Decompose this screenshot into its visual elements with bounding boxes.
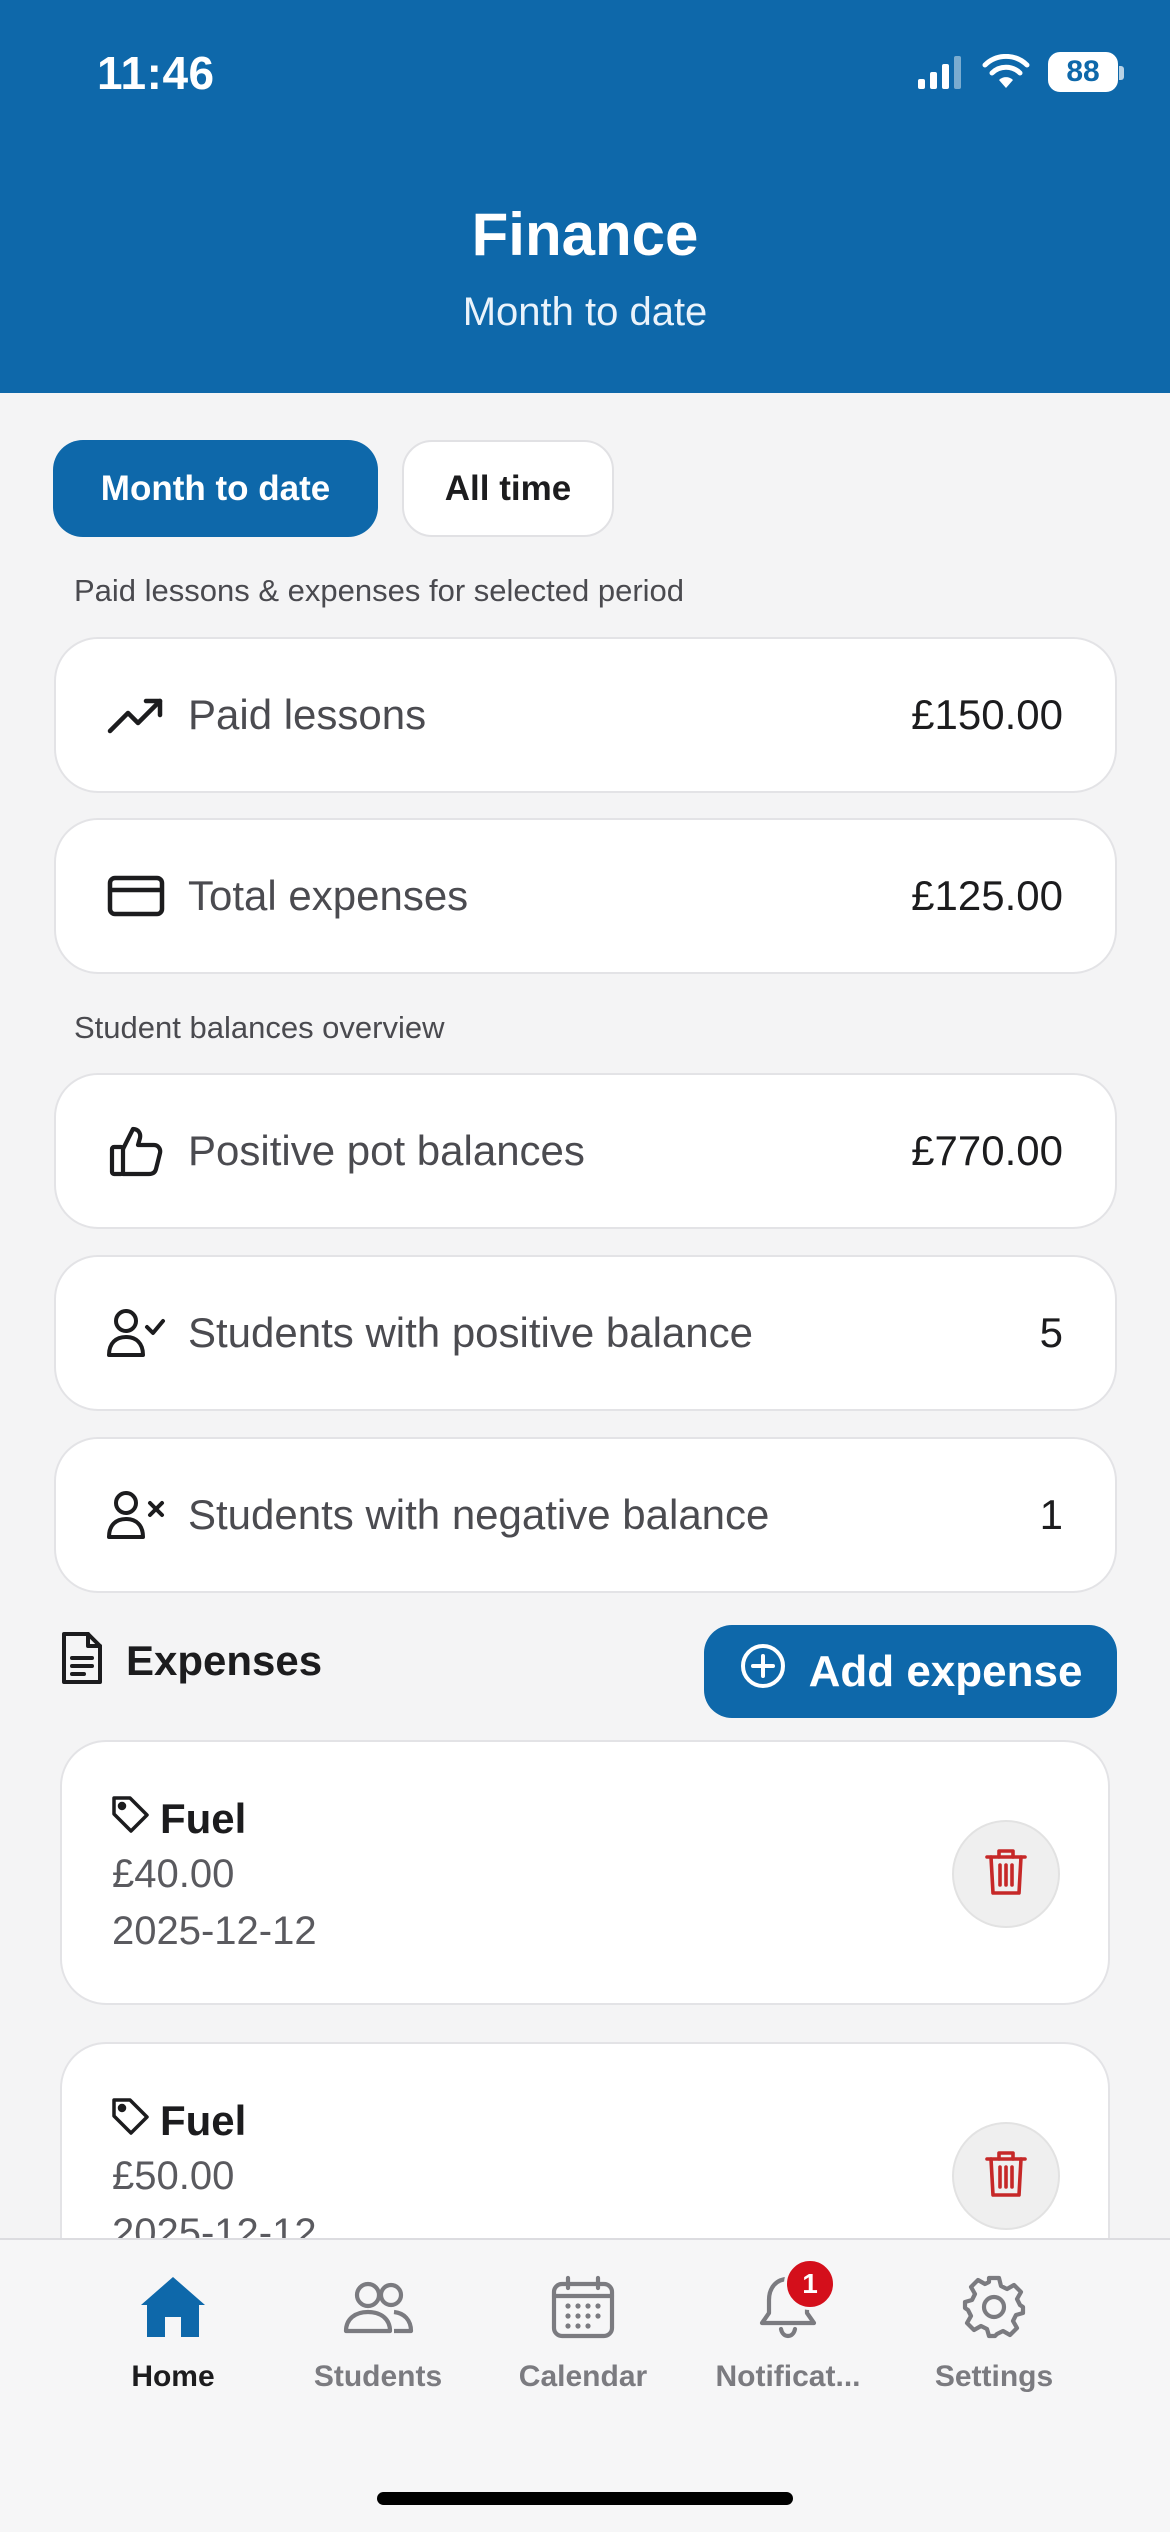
user-check-icon bbox=[104, 1301, 168, 1365]
tab-settings[interactable]: Settings bbox=[894, 2270, 1094, 2394]
trending-up-icon bbox=[104, 683, 168, 747]
stat-value: £150.00 bbox=[911, 691, 1063, 738]
tag-icon bbox=[110, 1794, 150, 1844]
delete-expense-button[interactable] bbox=[952, 2122, 1060, 2230]
stat-label: Total expenses bbox=[188, 872, 469, 919]
expense-category-label: Fuel bbox=[160, 1795, 247, 1842]
trash-icon bbox=[984, 2149, 1028, 2204]
bell-icon: 1 bbox=[748, 2258, 836, 2344]
app-root: 11:46 88 Finance Month to date Month to … bbox=[0, 0, 1170, 2532]
stat-value: £770.00 bbox=[911, 1127, 1063, 1174]
tag-icon bbox=[110, 2096, 150, 2146]
expense-amount: £50.00 bbox=[112, 2154, 235, 2198]
stat-total-expenses: Total expenses £125.00 bbox=[54, 818, 1117, 974]
add-expense-button[interactable]: Add expense bbox=[704, 1625, 1117, 1718]
tab-label: Home bbox=[131, 2360, 215, 2393]
tab-label: Calendar bbox=[518, 2360, 648, 2393]
trash-icon bbox=[984, 1847, 1028, 1902]
header: 11:46 88 Finance Month to date bbox=[0, 0, 1170, 393]
expense-date: 2025-12-12 bbox=[112, 1909, 317, 1953]
page-title: Finance bbox=[471, 201, 699, 268]
delete-expense-button[interactable] bbox=[952, 1820, 1060, 1928]
tab-label: Notificat... bbox=[715, 2360, 861, 2393]
plus-circle-icon bbox=[739, 1642, 787, 1701]
expenses-title: Expenses bbox=[126, 1636, 323, 1684]
user-x-icon bbox=[104, 1483, 168, 1547]
tab-students[interactable]: Students bbox=[278, 2270, 478, 2394]
page-subtitle: Month to date bbox=[462, 290, 708, 334]
tab-notifications[interactable]: 1 Notificat... bbox=[688, 2258, 888, 2394]
tab-calendar[interactable]: Calendar bbox=[483, 2270, 683, 2394]
period-month-to-date[interactable]: Month to date bbox=[53, 440, 378, 537]
gear-icon bbox=[954, 2270, 1034, 2344]
home-icon bbox=[133, 2270, 213, 2344]
stat-students-positive: Students with positive balance 5 bbox=[54, 1255, 1117, 1411]
tab-home[interactable]: Home bbox=[73, 2270, 273, 2394]
notification-badge: 1 bbox=[784, 2258, 836, 2310]
stat-label: Students with positive balance bbox=[188, 1309, 754, 1356]
status-time: 11:46 bbox=[97, 47, 215, 99]
wifi-icon bbox=[982, 54, 1030, 88]
document-icon bbox=[58, 1630, 106, 1691]
stat-value: 1 bbox=[1039, 1491, 1063, 1538]
battery-indicator: 88 bbox=[1048, 52, 1124, 92]
add-expense-label: Add expense bbox=[808, 1646, 1083, 1696]
tab-label: Settings bbox=[934, 2360, 1054, 2393]
stat-paid-lessons: Paid lessons £150.00 bbox=[54, 637, 1117, 793]
thumbs-up-icon bbox=[104, 1119, 168, 1183]
period-all-time[interactable]: All time bbox=[402, 440, 614, 537]
tab-label: Students bbox=[313, 2360, 443, 2393]
expense-category-label: Fuel bbox=[160, 2097, 247, 2144]
expense-item: Fuel £40.00 2025-12-12 bbox=[60, 1740, 1110, 2005]
status-icons: 88 bbox=[916, 52, 1124, 92]
expenses-header: Expenses bbox=[58, 1630, 322, 1691]
expense-category: Fuel bbox=[110, 1794, 246, 1844]
stat-label: Positive pot balances bbox=[188, 1127, 585, 1174]
expense-amount: £40.00 bbox=[112, 1852, 235, 1896]
signal-icon bbox=[918, 56, 961, 89]
period-section-label: Paid lessons & expenses for selected per… bbox=[74, 573, 685, 608]
home-indicator bbox=[377, 2492, 793, 2505]
stat-label: Students with negative balance bbox=[188, 1491, 770, 1538]
stat-value: £125.00 bbox=[911, 872, 1063, 919]
stat-label: Paid lessons bbox=[188, 691, 427, 738]
stat-positive-pot: Positive pot balances £770.00 bbox=[54, 1073, 1117, 1229]
users-icon bbox=[338, 2270, 418, 2344]
stat-students-negative: Students with negative balance 1 bbox=[54, 1437, 1117, 1593]
balances-section-label: Student balances overview bbox=[74, 1010, 445, 1045]
credit-card-icon bbox=[104, 864, 168, 928]
calendar-icon bbox=[543, 2270, 623, 2344]
expense-category: Fuel bbox=[110, 2096, 246, 2146]
tab-bar: Home Students Calendar 1 Notificat... Se… bbox=[0, 2238, 1170, 2532]
stat-value: 5 bbox=[1039, 1309, 1063, 1356]
